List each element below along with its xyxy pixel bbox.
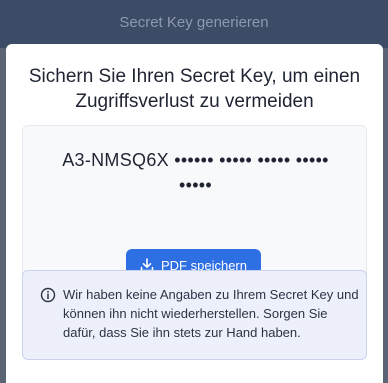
secret-key-panel: A3-NMSQ6X •••••• ••••• ••••• ••••• •••••… <box>22 125 367 294</box>
dialog-title: Sichern Sie Ihren Secret Key, um einen Z… <box>28 66 361 112</box>
backdrop-title: Secret Key generieren <box>119 14 269 31</box>
backdrop-header: Secret Key generieren <box>0 0 388 48</box>
info-notice: Wir haben keine Angaben zu Ihrem Secret … <box>22 270 367 360</box>
secret-key-dialog: Sichern Sie Ihren Secret Key, um einen Z… <box>6 44 383 383</box>
info-text: Wir haben keine Angaben zu Ihrem Secret … <box>63 287 359 340</box>
secret-key-value: A3-NMSQ6X •••••• ••••• ••••• ••••• ••••• <box>62 150 329 195</box>
info-circle-icon <box>40 287 56 303</box>
